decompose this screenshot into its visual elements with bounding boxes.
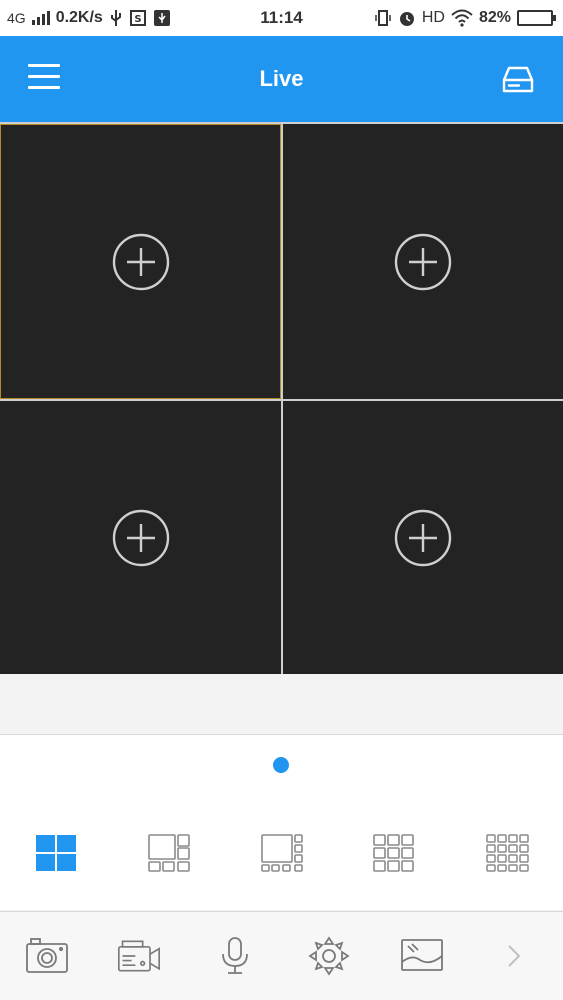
add-channel-icon[interactable]	[112, 509, 170, 567]
live-channel-3[interactable]	[0, 401, 281, 674]
wifi-icon	[451, 9, 473, 27]
live-channel-1[interactable]	[0, 124, 281, 399]
status-time: 11:14	[260, 8, 303, 27]
status-bar: 4G 0.2K/s S 11:14 HD 82%	[0, 0, 563, 36]
live-view-grid	[0, 122, 563, 674]
storage-drive-icon[interactable]	[502, 66, 534, 94]
add-channel-icon[interactable]	[394, 509, 452, 567]
page-title: Live	[259, 66, 304, 91]
add-channel-icon[interactable]	[394, 233, 452, 291]
record-icon[interactable]	[117, 936, 161, 976]
battery-percent: 82%	[478, 9, 511, 26]
signal-icon	[31, 11, 50, 25]
status-right: HD 82%	[374, 0, 556, 36]
layout-panel	[0, 734, 563, 910]
live-channel-4[interactable]	[283, 401, 563, 674]
usb-icon	[110, 10, 121, 26]
app-bar: Live	[0, 36, 563, 122]
screenshot-icon: S	[129, 10, 146, 26]
layout-9-split-icon[interactable]	[372, 833, 416, 873]
page-indicator-dot	[273, 757, 289, 773]
hd-label: HD	[421, 9, 445, 26]
battery-icon	[517, 10, 556, 26]
snapshot-icon[interactable]	[25, 936, 69, 976]
layout-selector	[0, 833, 563, 873]
ptz-control-icon[interactable]	[307, 936, 351, 976]
svg-text:S: S	[134, 14, 141, 25]
network-speed: 0.2K/s	[55, 9, 103, 26]
usb-debug-icon	[153, 10, 170, 26]
image-adjust-icon[interactable]	[400, 936, 444, 976]
add-channel-icon[interactable]	[112, 233, 170, 291]
chevron-right-icon[interactable]	[496, 936, 532, 976]
microphone-icon[interactable]	[213, 936, 257, 976]
network-type: 4G	[7, 10, 26, 26]
layout-6-split-icon[interactable]	[147, 833, 191, 873]
layout-8-split-icon[interactable]	[260, 833, 304, 873]
vibrate-icon	[375, 10, 391, 26]
layout-16-split-icon[interactable]	[485, 833, 529, 873]
bottom-toolbar	[0, 911, 563, 1000]
status-left: 4G 0.2K/s S	[7, 0, 171, 36]
layout-4-split-icon[interactable]	[34, 833, 78, 873]
alarm-icon	[399, 12, 414, 26]
live-channel-2[interactable]	[283, 124, 563, 399]
